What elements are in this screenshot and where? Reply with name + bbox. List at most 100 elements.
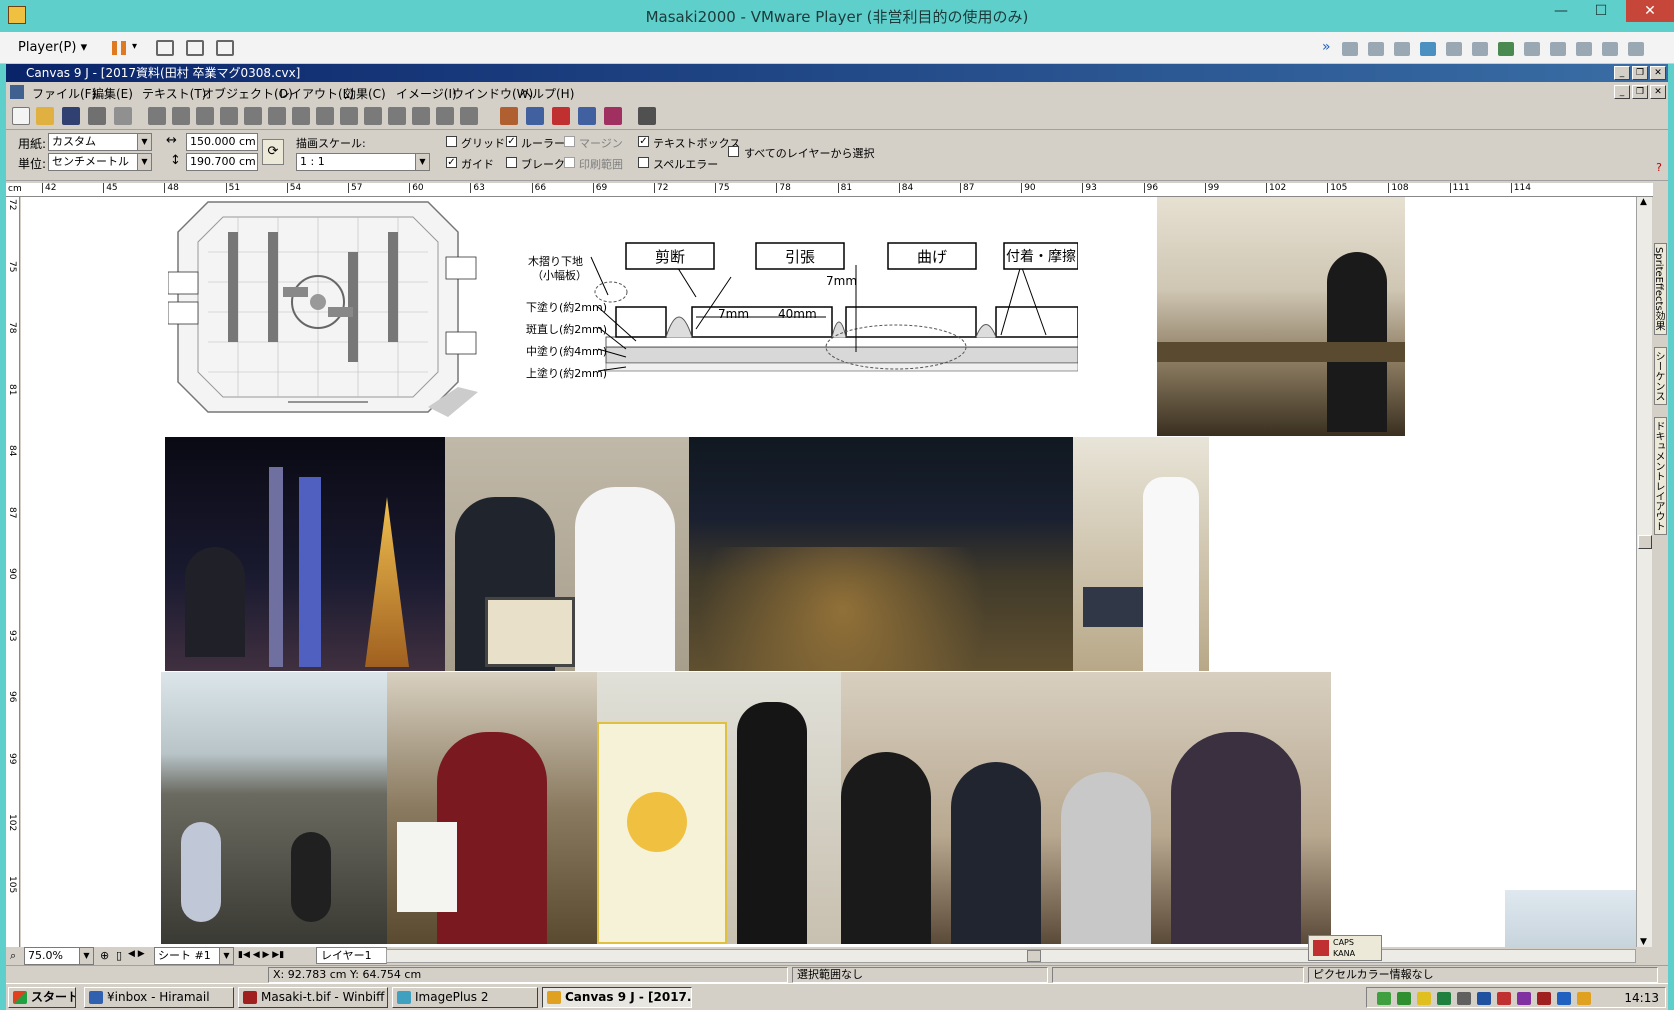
zoom-icon[interactable]: ⌕ <box>10 949 16 963</box>
device-cd-icon[interactable] <box>1368 42 1384 56</box>
hand-icon[interactable] <box>436 107 454 125</box>
tab-sequence[interactable]: シーケンス <box>1653 347 1667 405</box>
ruler-checkbox[interactable]: ✓ <box>506 136 517 147</box>
tray-app-icon[interactable] <box>1437 992 1451 1005</box>
menu-file[interactable]: ファイル(F) <box>32 85 96 102</box>
photo-jr-board[interactable] <box>597 672 841 944</box>
photo-hall-interior[interactable] <box>1157 197 1405 436</box>
paper-select[interactable]: カスタム ▼ <box>48 133 152 151</box>
doc-restore-button[interactable]: ❐ <box>1632 85 1648 99</box>
print-area-checkbox[interactable] <box>564 157 575 168</box>
photo-award-toast[interactable] <box>445 437 689 671</box>
height-field[interactable]: 190.700 cm <box>186 153 258 171</box>
menu-text[interactable]: テキスト(T) <box>142 85 206 102</box>
photo-partial-sky[interactable] <box>1505 890 1636 947</box>
redo-icon[interactable] <box>244 107 262 125</box>
device-usb2-icon[interactable] <box>1524 42 1540 56</box>
task-canvas[interactable]: Canvas 9 J - [2017... <box>542 987 692 1008</box>
doc-close-button[interactable]: ✕ <box>1650 85 1666 99</box>
tray-volume-icon[interactable] <box>1417 992 1431 1005</box>
width-field[interactable]: 150.000 cm <box>186 133 258 151</box>
send-back-icon[interactable] <box>388 107 406 125</box>
lock-icon[interactable] <box>316 107 334 125</box>
horizontal-ruler[interactable]: cm 42 45 48 51 54 57 60 63 66 69 72 75 78 81 84 87 90 93 9… <box>6 183 1656 197</box>
color-icon[interactable] <box>552 107 570 125</box>
tray-ime-icon[interactable] <box>1477 992 1491 1005</box>
unity-icon[interactable] <box>216 40 234 56</box>
maximize-button[interactable]: ☐ <box>1584 0 1618 22</box>
zoom-fit-icon[interactable]: ⊕ <box>100 949 109 962</box>
select-all-layers-checkbox[interactable] <box>728 146 739 157</box>
align-icon[interactable] <box>412 107 430 125</box>
tray-battery-icon[interactable] <box>1577 992 1591 1005</box>
textbox-checkbox[interactable]: ✓ <box>638 136 649 147</box>
undo-icon[interactable] <box>220 107 238 125</box>
scroll-up-arrow-icon[interactable]: ▲ <box>1640 197 1647 207</box>
pause-icon[interactable] <box>112 41 126 55</box>
task-winbiff[interactable]: Masaki-t.bif - Winbiff <box>238 987 388 1008</box>
zoom-select[interactable]: 75.0% ▼ <box>24 947 94 965</box>
tray-mail-icon[interactable] <box>1537 992 1551 1005</box>
swap-orientation-button[interactable]: ⟳ <box>262 139 284 165</box>
player-menu-button[interactable]: Player(P) ▾ <box>18 40 87 55</box>
margin-checkbox[interactable] <box>564 136 575 147</box>
cut-icon[interactable] <box>148 107 166 125</box>
tray-update-icon[interactable] <box>1557 992 1571 1005</box>
layer-tab[interactable]: レイヤー1 <box>316 947 387 964</box>
doc-minimize-button[interactable]: _ <box>1614 85 1630 99</box>
scrollbar-thumb[interactable] <box>1638 535 1652 549</box>
tray-antivirus-icon[interactable] <box>1497 992 1511 1005</box>
hscroll-thumb[interactable] <box>1027 950 1041 962</box>
photo-presentation[interactable] <box>1073 437 1209 671</box>
device-camera-icon[interactable] <box>1472 42 1488 56</box>
menu-edit[interactable]: 編集(E) <box>92 85 133 102</box>
device-message-icon[interactable] <box>1628 42 1644 56</box>
pause-dropdown-chevron-icon[interactable]: ▾ <box>132 41 137 52</box>
more-devices-icon[interactable]: » <box>1322 39 1331 55</box>
photo-certificate-mug[interactable] <box>387 672 597 944</box>
image-icon[interactable] <box>526 107 544 125</box>
print-preview-icon[interactable] <box>114 107 132 125</box>
app-minimize-button[interactable]: _ <box>1614 66 1630 80</box>
bring-front-icon[interactable] <box>364 107 382 125</box>
device-bluetooth-icon[interactable] <box>1550 42 1566 56</box>
device-usb-icon[interactable] <box>1446 42 1462 56</box>
tray-network-icon[interactable] <box>1377 992 1391 1005</box>
help-icon[interactable]: ? <box>1656 161 1662 174</box>
start-button[interactable]: スタート <box>8 987 76 1008</box>
sheet-prev-icon[interactable]: ◀ ▶ <box>128 949 145 959</box>
zoom-tool-icon[interactable] <box>460 107 478 125</box>
app-close-button[interactable]: ✕ <box>1650 66 1666 80</box>
photo-las-vegas-night[interactable] <box>165 437 445 671</box>
horizontal-scrollbar[interactable] <box>386 949 1636 963</box>
photo-volcano-field[interactable] <box>161 672 387 944</box>
tab-sprite-effects[interactable]: SpriteEffects効果 <box>1653 243 1667 335</box>
plaster-layer-diagram[interactable]: 木摺り下地 （小幅板） 下塗り(約2mm) 斑直し(約2mm) 中塗り(約4mm… <box>496 237 1078 397</box>
grid-checkbox[interactable] <box>446 136 457 147</box>
tray-printer-icon[interactable] <box>1457 992 1471 1005</box>
copy-icon[interactable] <box>172 107 190 125</box>
ime-indicator[interactable]: CAPS KANA <box>1308 935 1382 961</box>
task-imageplus[interactable]: ImagePlus 2 <box>392 987 538 1008</box>
photo-city-lights[interactable] <box>689 437 1073 671</box>
fullscreen-icon[interactable] <box>186 40 204 56</box>
effects-icon[interactable] <box>500 107 518 125</box>
open-icon[interactable] <box>36 107 54 125</box>
task-hiramail[interactable]: ¥inbox - Hiramail <box>84 987 234 1008</box>
device-smartcard-icon[interactable] <box>1602 42 1618 56</box>
page-icon[interactable]: ▯ <box>116 949 122 962</box>
device-printer-icon[interactable] <box>1576 42 1592 56</box>
floor-plan-drawing[interactable] <box>168 197 478 422</box>
menu-image[interactable]: イメージ(I) <box>396 85 457 102</box>
print-icon[interactable] <box>88 107 106 125</box>
new-icon[interactable] <box>12 107 30 125</box>
zoom-icon[interactable] <box>604 107 622 125</box>
menu-effect[interactable]: 効果(C) <box>344 85 386 102</box>
ungroup-icon[interactable] <box>292 107 310 125</box>
minimize-button[interactable]: — <box>1544 0 1578 22</box>
photo-group-dinner[interactable] <box>841 672 1331 944</box>
tray-sync-icon[interactable] <box>1517 992 1531 1005</box>
tray-security-icon[interactable] <box>1397 992 1411 1005</box>
close-button[interactable]: ✕ <box>1626 0 1674 22</box>
vertical-ruler[interactable]: 72 75 78 81 84 87 90 93 96 99 102 105 <box>6 197 20 947</box>
